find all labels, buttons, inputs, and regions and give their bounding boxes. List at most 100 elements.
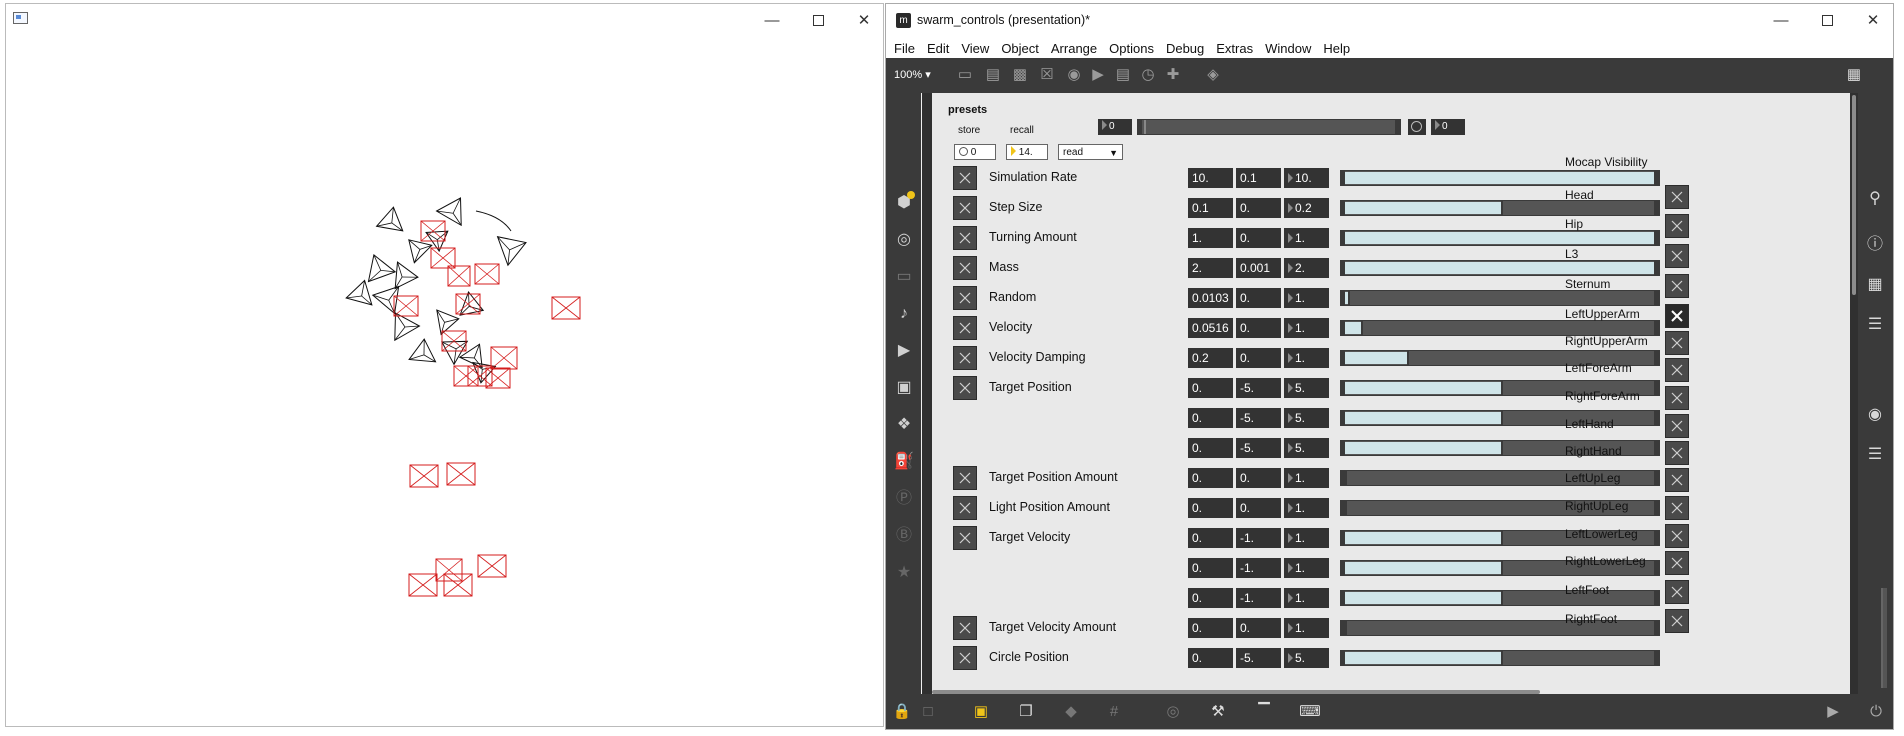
param-toggle[interactable] xyxy=(953,466,977,490)
param-slider[interactable] xyxy=(1340,200,1660,216)
edit-mode-icon[interactable]: □ xyxy=(916,702,940,722)
menu-options[interactable]: Options xyxy=(1103,41,1160,56)
dial-object-icon[interactable]: ◷ xyxy=(1136,65,1160,85)
param-min[interactable]: 0. xyxy=(1236,498,1281,518)
menu-window[interactable]: Window xyxy=(1259,41,1317,56)
debug-icon[interactable]: ◆ xyxy=(1059,702,1083,722)
param-max[interactable]: 1. xyxy=(1284,468,1329,488)
play-icon[interactable]: ▶ xyxy=(1821,702,1845,722)
param-min[interactable]: 0. xyxy=(1236,318,1281,338)
param-value[interactable]: 10. xyxy=(1188,168,1233,188)
param-value[interactable]: 0. xyxy=(1188,378,1233,398)
music-note-icon[interactable]: ♪ xyxy=(892,302,916,326)
mocap-toggle[interactable] xyxy=(1665,414,1689,438)
top-number-left[interactable]: 0 xyxy=(1098,119,1132,135)
menu-arrange[interactable]: Arrange xyxy=(1045,41,1103,56)
menu-debug[interactable]: Debug xyxy=(1160,41,1210,56)
param-max[interactable]: 2. xyxy=(1284,258,1329,278)
frame-icon[interactable]: ▭ xyxy=(892,265,916,289)
read-menu[interactable]: read ▼ xyxy=(1058,144,1123,160)
mocap-toggle[interactable] xyxy=(1665,214,1689,238)
mocap-toggle[interactable] xyxy=(1665,331,1689,355)
camera-icon[interactable]: ◉ xyxy=(1863,403,1887,427)
menu-object[interactable]: Object xyxy=(995,41,1045,56)
slider-object-icon[interactable]: ▤ xyxy=(1111,65,1135,85)
mocap-toggle[interactable] xyxy=(1665,524,1689,548)
param-toggle[interactable] xyxy=(953,166,977,190)
param-toggle[interactable] xyxy=(953,256,977,280)
param-slider[interactable] xyxy=(1340,230,1660,246)
param-max[interactable]: 5. xyxy=(1284,408,1329,428)
param-value[interactable]: 0.2 xyxy=(1188,348,1233,368)
param-slider[interactable] xyxy=(1340,650,1660,666)
param-value[interactable]: 0. xyxy=(1188,618,1233,638)
param-min[interactable]: 0. xyxy=(1236,288,1281,308)
zoom-menu[interactable]: 100% ▾ xyxy=(894,68,931,81)
store-number-box[interactable]: 0 xyxy=(954,144,996,160)
image-icon[interactable]: ▣ xyxy=(892,376,916,400)
piano-icon[interactable]: ▔ xyxy=(1252,702,1276,722)
list-icon[interactable]: ☰ xyxy=(1863,313,1887,337)
param-max[interactable]: 10. xyxy=(1284,168,1329,188)
power-icon[interactable]: ⏻ xyxy=(1864,702,1888,722)
mocap-toggle[interactable] xyxy=(1665,358,1689,382)
param-toggle[interactable] xyxy=(953,286,977,310)
param-min[interactable]: -5. xyxy=(1236,408,1281,428)
mocap-toggle[interactable] xyxy=(1665,468,1689,492)
menu-view[interactable]: View xyxy=(955,41,995,56)
star-icon[interactable]: ★ xyxy=(892,561,916,585)
param-value[interactable]: 0. xyxy=(1188,528,1233,548)
close-icon[interactable]: ✕ xyxy=(1850,4,1896,36)
param-slider[interactable] xyxy=(1340,590,1660,606)
top-number-right[interactable]: 0 xyxy=(1431,119,1465,135)
number-object-icon[interactable]: ▶ xyxy=(1086,65,1110,85)
param-value[interactable]: 0. xyxy=(1188,438,1233,458)
maximize-icon[interactable] xyxy=(795,4,841,36)
minimize-icon[interactable]: — xyxy=(1758,4,1804,36)
p-badge-icon[interactable]: Ⓟ xyxy=(892,487,916,511)
mocap-toggle[interactable] xyxy=(1665,551,1689,575)
close-icon[interactable]: ✕ xyxy=(841,4,887,36)
menu-help[interactable]: Help xyxy=(1317,41,1356,56)
message-icon[interactable]: ▤ xyxy=(981,65,1005,85)
param-toggle[interactable] xyxy=(953,346,977,370)
plug-icon[interactable]: ⛽ xyxy=(892,450,916,474)
param-value[interactable]: 0.0103 xyxy=(1188,288,1233,308)
lock-icon[interactable]: 🔒 xyxy=(890,702,914,722)
param-value[interactable]: 0. xyxy=(1188,588,1233,608)
param-value[interactable]: 0. xyxy=(1188,408,1233,428)
toggle-object-icon[interactable]: ☒ xyxy=(1035,65,1059,85)
param-min[interactable]: -1. xyxy=(1236,558,1281,578)
param-max[interactable]: 1. xyxy=(1284,228,1329,248)
param-slider[interactable] xyxy=(1340,170,1660,186)
mocap-toggle[interactable] xyxy=(1665,580,1689,604)
param-max[interactable]: 5. xyxy=(1284,648,1329,668)
param-min[interactable]: 0. xyxy=(1236,468,1281,488)
param-value[interactable]: 0. xyxy=(1188,498,1233,518)
paint-bucket-icon[interactable]: ◈ xyxy=(1201,65,1225,85)
param-value[interactable]: 1. xyxy=(1188,228,1233,248)
mocap-toggle[interactable] xyxy=(1665,185,1689,209)
menu-file[interactable]: File xyxy=(886,41,921,56)
keyboard-icon[interactable]: ⌨ xyxy=(1298,702,1322,722)
search-icon[interactable]: ⚲ xyxy=(1863,187,1887,211)
param-max[interactable]: 1. xyxy=(1284,618,1329,638)
param-value[interactable]: 0. xyxy=(1188,648,1233,668)
param-max[interactable]: 1. xyxy=(1284,318,1329,338)
snap-icon[interactable]: ◎ xyxy=(1161,702,1185,722)
param-toggle[interactable] xyxy=(953,226,977,250)
info-icon[interactable]: ⓘ xyxy=(1863,233,1887,257)
param-value[interactable]: 0.0516 xyxy=(1188,318,1233,338)
param-slider[interactable] xyxy=(1340,290,1660,306)
param-min[interactable]: -5. xyxy=(1236,378,1281,398)
param-max[interactable]: 1. xyxy=(1284,288,1329,308)
mocap-toggle[interactable] xyxy=(1665,441,1689,465)
menu-extras[interactable]: Extras xyxy=(1210,41,1259,56)
presentation-mode-icon[interactable]: ▣ xyxy=(969,702,993,722)
param-max[interactable]: 0.2 xyxy=(1284,198,1329,218)
param-toggle[interactable] xyxy=(953,496,977,520)
recall-number-box[interactable]: 14. xyxy=(1006,144,1048,160)
param-value[interactable]: 0.1 xyxy=(1188,198,1233,218)
param-toggle[interactable] xyxy=(953,196,977,220)
grid-icon[interactable]: # xyxy=(1102,702,1126,722)
